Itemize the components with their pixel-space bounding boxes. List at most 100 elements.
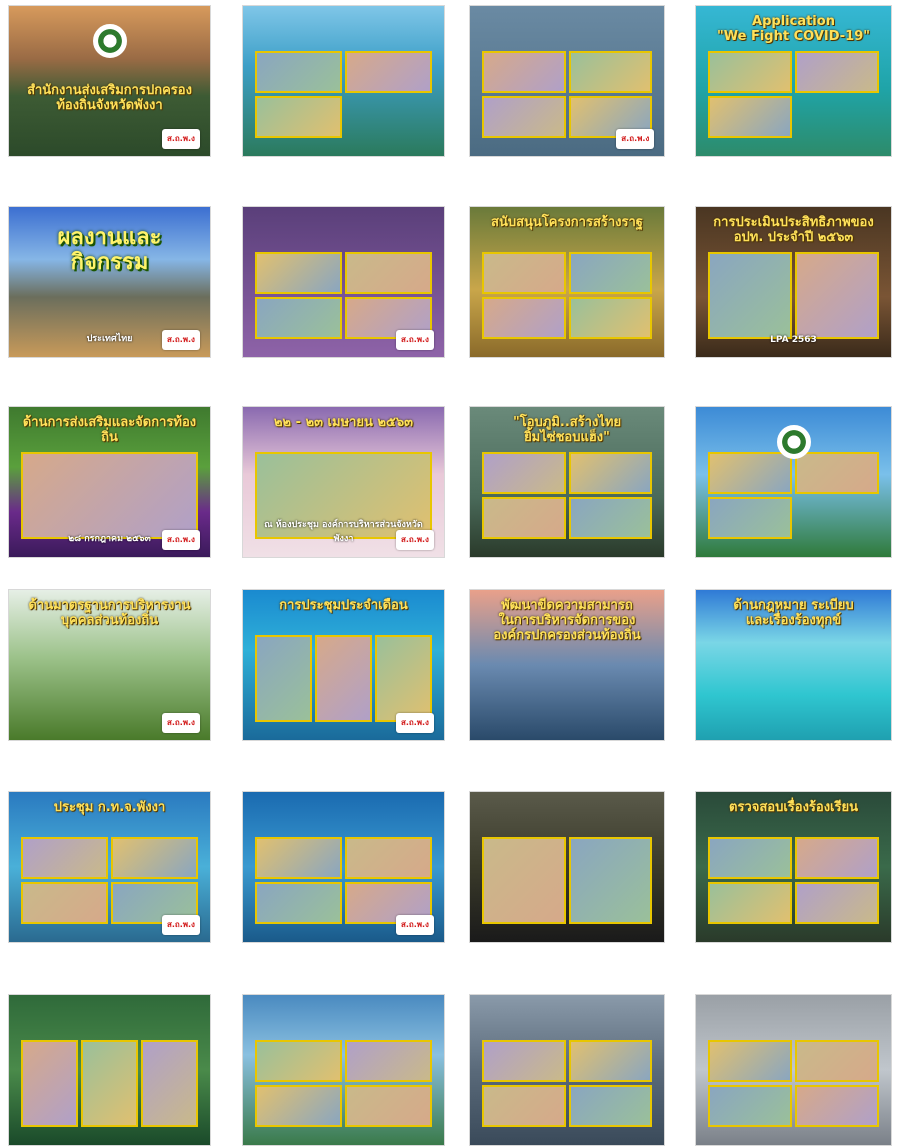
gallery-image-14[interactable]: การประชุมประจำเดือน ส.ถ.พ.ง bbox=[242, 589, 445, 741]
photo-thumbnail bbox=[255, 882, 342, 924]
photo-thumbnail bbox=[81, 1040, 138, 1127]
photo-thumbnail bbox=[255, 837, 342, 879]
gallery-image-4[interactable]: Application "We Fight COVID-19" bbox=[695, 5, 892, 157]
photo-thumbnail bbox=[707, 882, 792, 924]
photo-thumbnail bbox=[255, 1040, 342, 1082]
office-logo-icon: ส.ถ.พ.ง bbox=[161, 128, 200, 149]
photo-thumbnail bbox=[481, 1040, 566, 1082]
photo-thumbnail bbox=[795, 1040, 880, 1082]
photo-collage bbox=[707, 252, 880, 339]
image-caption: ประชุม ก.ท.จ.พังงา bbox=[53, 800, 166, 815]
photo-thumbnail bbox=[255, 1085, 342, 1127]
gallery-image-19[interactable] bbox=[469, 791, 665, 943]
gallery-image-15[interactable]: พัฒนาขีดความสามารถ ในการบริหารจัดการของอ… bbox=[469, 589, 665, 741]
photo-thumbnail bbox=[21, 882, 108, 924]
gallery-image-2[interactable] bbox=[242, 5, 445, 157]
photo-collage bbox=[255, 635, 432, 722]
gallery-image-7[interactable]: สนับสนุนโครงการสร้างราฐ bbox=[469, 206, 665, 358]
image-caption: "โอบภูมิ..สร้างไทย ยิ้มไซ่ชอบแฮ็ง" bbox=[512, 415, 622, 445]
photo-thumbnail bbox=[345, 1085, 432, 1127]
photo-thumbnail bbox=[140, 1040, 198, 1127]
office-logo-icon: ส.ถ.พ.ง bbox=[161, 529, 200, 550]
image-caption: Application "We Fight COVID-19" bbox=[716, 14, 871, 44]
gallery-image-24[interactable] bbox=[695, 994, 892, 1146]
image-caption: พัฒนาขีดความสามารถ ในการบริหารจัดการของอ… bbox=[493, 598, 641, 643]
photo-thumbnail bbox=[374, 635, 432, 722]
photo-thumbnail bbox=[568, 1085, 653, 1127]
photo-collage bbox=[21, 452, 198, 539]
photo-thumbnail bbox=[568, 297, 653, 339]
gallery-image-6[interactable]: ส.ถ.พ.ง bbox=[242, 206, 445, 358]
photo-thumbnail bbox=[481, 452, 566, 494]
photo-collage bbox=[481, 837, 653, 924]
photo-thumbnail bbox=[255, 635, 313, 722]
gallery-image-10[interactable]: ๒๒ - ๒๓ เมษายน ๒๕๖๓ณ ห้องประชุม องค์การบ… bbox=[242, 406, 445, 558]
photo-thumbnail bbox=[568, 497, 653, 539]
photo-thumbnail bbox=[481, 51, 566, 93]
photo-thumbnail bbox=[707, 1085, 792, 1127]
photo-collage bbox=[707, 51, 880, 138]
photo-thumbnail bbox=[795, 882, 880, 924]
photo-thumbnail bbox=[795, 452, 880, 494]
photo-thumbnail bbox=[255, 96, 342, 138]
image-caption: ด้านมาตรฐานการบริหารงานบุคคลส่วนท้องถิ่น bbox=[28, 598, 191, 628]
photo-thumbnail bbox=[481, 837, 566, 924]
gallery-image-23[interactable] bbox=[469, 994, 665, 1146]
photo-collage bbox=[481, 51, 653, 138]
photo-thumbnail bbox=[568, 51, 653, 93]
gallery-image-5[interactable]: ผลงานและกิจกรรม ประเทศไทย ส.ถ.พ.ง bbox=[8, 206, 211, 358]
photo-thumbnail bbox=[568, 837, 653, 924]
photo-thumbnail bbox=[21, 452, 198, 539]
gallery-image-3[interactable]: ส.ถ.พ.ง bbox=[469, 5, 665, 157]
emblem-icon bbox=[776, 425, 811, 459]
image-caption: การประเมินประสิทธิภาพของ อปท. ประจำปี ๒๕… bbox=[713, 215, 874, 245]
office-logo-icon: ส.ถ.พ.ง bbox=[395, 712, 434, 733]
gallery-image-21[interactable] bbox=[8, 994, 211, 1146]
photo-thumbnail bbox=[345, 51, 432, 93]
gallery-image-18[interactable]: ส.ถ.พ.ง bbox=[242, 791, 445, 943]
photo-collage bbox=[255, 837, 432, 924]
photo-thumbnail bbox=[21, 1040, 79, 1127]
office-logo-icon: ส.ถ.พ.ง bbox=[616, 128, 655, 149]
photo-collage bbox=[255, 252, 432, 339]
photo-thumbnail bbox=[707, 96, 792, 138]
photo-thumbnail bbox=[707, 497, 792, 539]
gallery-image-17[interactable]: ประชุม ก.ท.จ.พังงาส.ถ.พ.ง bbox=[8, 791, 211, 943]
photo-thumbnail bbox=[568, 1040, 653, 1082]
gallery-image-16[interactable]: ด้านกฎหมาย ระเบียบ และเรื่องร้องทุกข์ bbox=[695, 589, 892, 741]
office-logo-icon: ส.ถ.พ.ง bbox=[161, 329, 200, 350]
photo-thumbnail bbox=[707, 1040, 792, 1082]
gallery-image-9[interactable]: ด้านการส่งเสริมและจัดการท้องถิ่น ๒๘ กรกฎา… bbox=[8, 406, 211, 558]
photo-thumbnail bbox=[707, 837, 792, 879]
gallery-image-20[interactable]: ตรวจสอบเรื่องร้องเรียน bbox=[695, 791, 892, 943]
gallery-image-11[interactable]: "โอบภูมิ..สร้างไทย ยิ้มไซ่ชอบแฮ็ง" bbox=[469, 406, 665, 558]
photo-thumbnail bbox=[481, 297, 566, 339]
photo-thumbnail bbox=[568, 452, 653, 494]
photo-thumbnail bbox=[345, 837, 432, 879]
photo-collage bbox=[481, 1040, 653, 1127]
image-caption: ด้านกฎหมาย ระเบียบ และเรื่องร้องทุกข์ bbox=[733, 598, 854, 628]
office-logo-icon: ส.ถ.พ.ง bbox=[395, 914, 434, 935]
photo-thumbnail bbox=[255, 252, 342, 294]
image-caption: ๒๒ - ๒๓ เมษายน ๒๕๖๓ bbox=[273, 415, 414, 430]
image-subcaption: LPA 2563 bbox=[770, 335, 817, 345]
image-caption: สนับสนุนโครงการสร้างราฐ bbox=[491, 215, 643, 230]
gallery-image-22[interactable] bbox=[242, 994, 445, 1146]
gallery-image-13[interactable]: ด้านมาตรฐานการบริหารงานบุคคลส่วนท้องถิ่น… bbox=[8, 589, 211, 741]
image-caption: ตรวจสอบเรื่องร้องเรียน bbox=[729, 800, 858, 815]
gallery-image-8[interactable]: การประเมินประสิทธิภาพของ อปท. ประจำปี ๒๕… bbox=[695, 206, 892, 358]
photo-thumbnail bbox=[345, 252, 432, 294]
photo-collage bbox=[707, 1040, 880, 1127]
photo-thumbnail bbox=[345, 1040, 432, 1082]
gallery-image-12[interactable] bbox=[695, 406, 892, 558]
photo-collage bbox=[255, 51, 432, 138]
photo-collage bbox=[707, 837, 880, 924]
office-logo-icon: ส.ถ.พ.ง bbox=[395, 529, 434, 550]
gallery-image-1[interactable]: สำนักงานส่งเสริมการปกครองท้องถิ่นจังหวัด… bbox=[8, 5, 211, 157]
office-logo-icon: ส.ถ.พ.ง bbox=[161, 914, 200, 935]
photo-thumbnail bbox=[795, 837, 880, 879]
photo-collage bbox=[707, 452, 880, 539]
photo-collage bbox=[481, 252, 653, 339]
photo-collage bbox=[255, 1040, 432, 1127]
photo-thumbnail bbox=[255, 51, 342, 93]
